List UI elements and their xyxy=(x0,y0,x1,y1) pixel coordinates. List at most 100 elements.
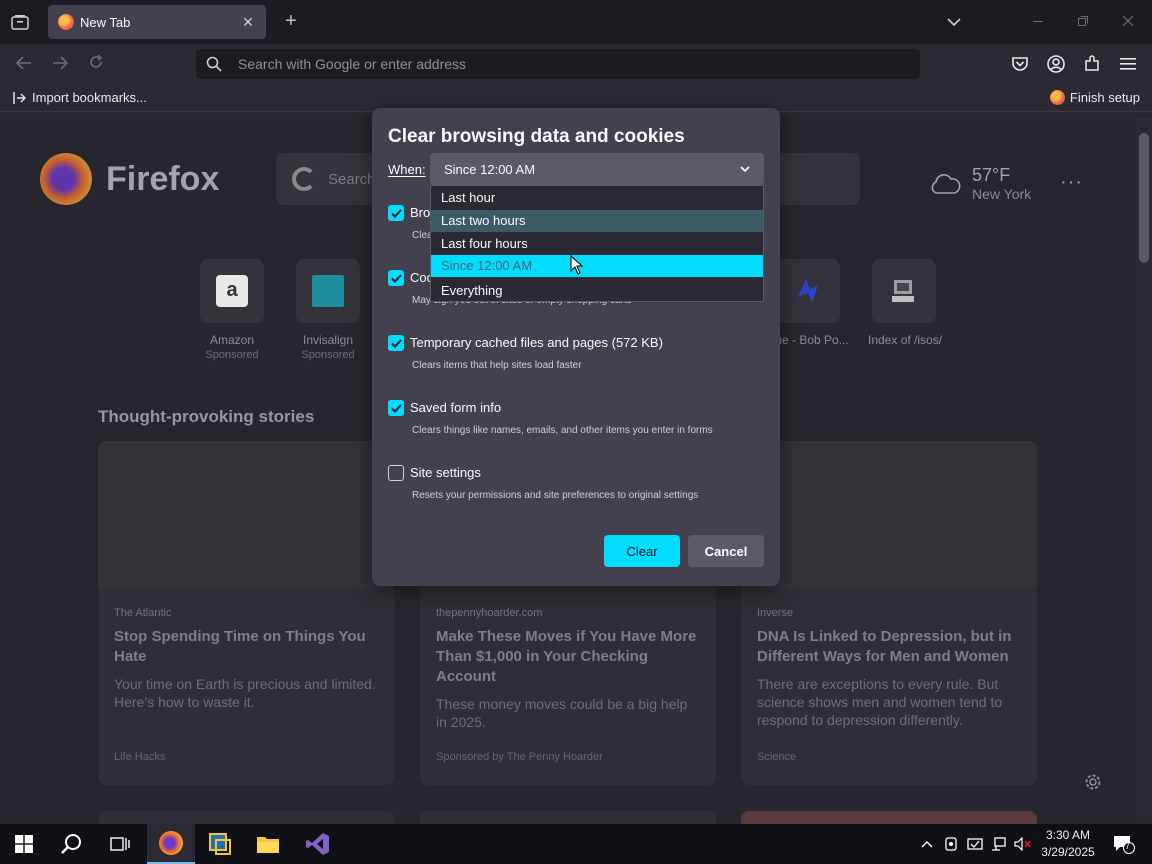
option-label: Saved form info xyxy=(410,400,502,415)
story-footer: Sponsored by The Penny Hoarder xyxy=(436,751,603,763)
start-button[interactable] xyxy=(0,824,48,864)
google-icon xyxy=(292,167,316,191)
checkbox-checked-icon[interactable] xyxy=(388,335,404,351)
clock-time: 3:30 AM xyxy=(1045,828,1091,842)
bob-po-site-icon xyxy=(798,279,818,303)
menu-icon[interactable] xyxy=(1116,52,1140,76)
dropdown-option-last-four-hours[interactable]: Last four hours xyxy=(431,233,763,255)
checkbox-unchecked-icon[interactable] xyxy=(388,465,404,481)
restore-icon[interactable] xyxy=(1073,12,1093,32)
tray-app-icon[interactable] xyxy=(942,834,960,854)
story-headline: DNA Is Linked to Depression, but in Diff… xyxy=(757,628,1012,665)
shortcut-invisalign[interactable]: Invisalign Sponsored xyxy=(292,259,364,361)
reload-icon[interactable] xyxy=(84,52,108,76)
shortcut-amazon[interactable]: a Amazon Sponsored xyxy=(196,259,268,361)
firefox-logo-icon xyxy=(1049,90,1065,105)
page-scrollbar[interactable] xyxy=(1136,117,1152,817)
checkbox-checked-icon[interactable] xyxy=(388,205,404,221)
cloud-icon xyxy=(931,173,961,194)
firefox-view-icon[interactable] xyxy=(8,10,32,34)
network-icon[interactable] xyxy=(990,834,1008,854)
story-source: The Atlantic xyxy=(114,607,172,619)
finish-setup-button[interactable]: Finish setup xyxy=(1049,90,1140,105)
navigation-toolbar: Search with Google or enter address xyxy=(0,44,1152,84)
option-description: Clears things like names, emails, and ot… xyxy=(412,425,713,436)
weather-menu-icon[interactable]: ··· xyxy=(1060,171,1083,194)
dialog-title: Clear browsing data and cookies xyxy=(388,126,685,147)
story-card-partial[interactable] xyxy=(420,811,716,824)
extensions-icon[interactable] xyxy=(1080,52,1104,76)
task-view-button[interactable] xyxy=(96,824,144,864)
option-label: Temporary cached files and pages (572 KB… xyxy=(410,335,663,350)
story-card-partial[interactable] xyxy=(741,811,1037,824)
address-bar[interactable]: Search with Google or enter address xyxy=(196,49,920,79)
minimize-icon[interactable] xyxy=(1028,12,1048,32)
account-icon[interactable] xyxy=(1044,52,1068,76)
address-bar-placeholder: Search with Google or enter address xyxy=(238,56,467,72)
dropdown-option-everything[interactable]: Everything xyxy=(431,280,763,302)
firefox-logo-icon xyxy=(159,831,183,855)
back-icon[interactable] xyxy=(12,52,36,76)
dropdown-option-since-midnight[interactable]: Since 12:00 AM xyxy=(431,255,763,277)
story-source: Inverse xyxy=(757,607,794,619)
taskbar-file-explorer[interactable] xyxy=(244,824,292,864)
shortcut-sponsored: Sponsored xyxy=(205,349,259,361)
tab-strip: New Tab ✕ + xyxy=(0,0,1152,44)
shortcut-bob-po[interactable]: me - Bob Po... xyxy=(772,259,849,347)
when-selected-value: Since 12:00 AM xyxy=(444,161,536,177)
tab-close-icon[interactable]: ✕ xyxy=(240,14,256,31)
visual-studio-icon xyxy=(306,833,329,855)
taskbar-search-button[interactable] xyxy=(48,824,96,864)
story-card[interactable]: The Atlantic Stop Spending Time on Thing… xyxy=(98,441,394,785)
windows-logo-icon xyxy=(15,835,33,853)
option-description: Resets your permissions and site prefere… xyxy=(412,490,699,501)
option-description: Clears items that help sites load faster xyxy=(412,360,582,371)
dropdown-option-last-hour[interactable]: Last hour xyxy=(431,187,763,209)
taskbar-virtualbox[interactable] xyxy=(196,824,244,864)
clear-button[interactable]: Clear xyxy=(604,535,680,567)
cancel-button[interactable]: Cancel xyxy=(688,535,764,567)
pocket-icon[interactable] xyxy=(1008,52,1032,76)
search-icon xyxy=(206,56,222,72)
action-center-icon[interactable]: 7 xyxy=(1112,834,1136,854)
story-card-partial[interactable] xyxy=(98,811,394,824)
forward-icon[interactable] xyxy=(48,52,72,76)
taskbar-clock[interactable]: 3:30 AM 3/29/2025 xyxy=(1036,827,1100,861)
firefox-brand: Firefox xyxy=(40,153,219,205)
personalize-gear-icon[interactable] xyxy=(1084,773,1104,793)
close-window-icon[interactable] xyxy=(1118,12,1138,32)
tab-new-tab[interactable]: New Tab ✕ xyxy=(48,5,266,39)
when-select[interactable]: Since 12:00 AM xyxy=(430,153,764,185)
shortcut-index-of-isos[interactable]: Index of /isos/ xyxy=(868,259,942,347)
invisalign-logo-icon xyxy=(312,275,344,307)
windows-security-icon[interactable] xyxy=(966,834,984,854)
shortcut-label: Amazon xyxy=(209,333,255,347)
volume-muted-icon[interactable] xyxy=(1014,834,1032,854)
weather-widget[interactable]: 57°F New York xyxy=(928,165,1031,202)
story-card[interactable]: Inverse DNA Is Linked to Depression, but… xyxy=(741,441,1037,785)
checkbox-checked-icon[interactable] xyxy=(388,400,404,416)
story-source: thepennyhoarder.com xyxy=(436,607,543,619)
story-description: These money moves could be a big help in… xyxy=(436,696,688,730)
story-headline: Make These Moves if You Have More Than $… xyxy=(436,628,697,685)
checkbox-checked-icon[interactable] xyxy=(388,270,404,286)
story-footer: Science xyxy=(757,751,797,763)
brand-name: Firefox xyxy=(106,159,220,198)
list-all-tabs-icon[interactable] xyxy=(944,12,964,32)
when-label: When: xyxy=(388,162,426,177)
amazon-logo-icon: a xyxy=(216,275,248,307)
import-bookmarks-label: Import bookmarks... xyxy=(32,90,147,105)
import-icon xyxy=(13,91,26,104)
story-image xyxy=(98,441,394,589)
dropdown-option-last-two-hours[interactable]: Last two hours xyxy=(431,210,763,232)
scrollbar-thumb[interactable] xyxy=(1139,133,1149,263)
show-hidden-icons[interactable] xyxy=(918,834,936,854)
chevron-down-icon xyxy=(740,165,750,172)
import-bookmarks-button[interactable]: Import bookmarks... xyxy=(12,90,147,105)
task-view-icon xyxy=(110,837,130,851)
taskbar-visual-studio[interactable] xyxy=(294,824,342,864)
new-tab-button[interactable]: + xyxy=(280,10,302,34)
taskbar-firefox[interactable] xyxy=(147,824,195,864)
weather-temperature: 57°F xyxy=(972,165,1011,185)
newtab-search-placeholder: Search xyxy=(328,170,376,188)
